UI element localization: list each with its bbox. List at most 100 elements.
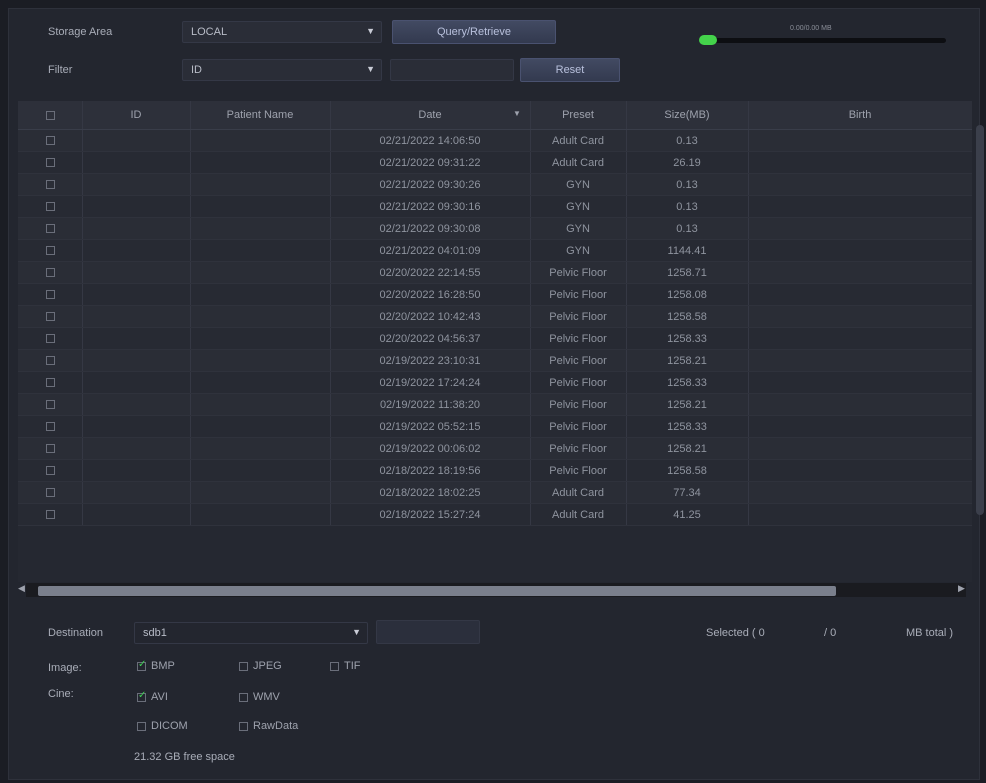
cell-date: 02/21/2022 09:30:16 (379, 200, 481, 213)
cell-size: 0.13 (676, 134, 698, 147)
cell-size: 1258.21 (667, 398, 707, 411)
cell-birth (748, 438, 972, 459)
cell-preset: Pelvic Floor (549, 354, 607, 367)
table-row[interactable]: 02/20/2022 04:56:37 Pelvic Floor 1258.33 (18, 328, 972, 350)
table-row[interactable]: 02/18/2022 15:27:24 Adult Card 41.25 (18, 504, 972, 526)
cell-preset: Pelvic Floor (549, 310, 607, 323)
cell-preset: Pelvic Floor (549, 288, 607, 301)
table-row[interactable]: 02/19/2022 23:10:31 Pelvic Floor 1258.21 (18, 350, 972, 372)
export-button[interactable] (376, 620, 480, 644)
wmv-checkbox[interactable]: WMV (239, 691, 280, 703)
column-header-id[interactable]: ID (82, 101, 190, 129)
table-row[interactable]: 02/19/2022 17:24:24 Pelvic Floor 1258.33 (18, 372, 972, 394)
cell-patient-name (190, 306, 330, 327)
row-checkbox[interactable] (18, 350, 82, 371)
filter-dropdown[interactable]: ID ▼ (182, 59, 382, 81)
cell-date: 02/21/2022 04:01:09 (379, 244, 481, 257)
chevron-down-icon: ▼ (366, 26, 375, 36)
column-header-date[interactable]: Date (330, 101, 530, 129)
filter-text-input[interactable] (390, 59, 514, 81)
sort-descending-icon: ▼ (513, 109, 521, 118)
row-checkbox[interactable] (18, 130, 82, 151)
cell-id (82, 262, 190, 283)
row-checkbox[interactable] (18, 504, 82, 525)
cell-id (82, 306, 190, 327)
table-row[interactable]: 02/19/2022 05:52:15 Pelvic Floor 1258.33 (18, 416, 972, 438)
row-checkbox[interactable] (18, 372, 82, 393)
row-checkbox[interactable] (18, 482, 82, 503)
table-row[interactable]: 02/21/2022 09:31:22 Adult Card 26.19 (18, 152, 972, 174)
cell-preset: Pelvic Floor (549, 420, 607, 433)
scroll-left-icon[interactable]: ◀ (18, 583, 25, 594)
bmp-checkbox[interactable]: BMP (137, 659, 175, 672)
table-row[interactable]: 02/19/2022 11:38:20 Pelvic Floor 1258.21 (18, 394, 972, 416)
cell-date: 02/19/2022 11:38:20 (379, 398, 481, 411)
row-checkbox[interactable] (18, 284, 82, 305)
cine-label: Cine: (48, 688, 74, 700)
table-row[interactable]: 02/20/2022 10:42:43 Pelvic Floor 1258.58 (18, 306, 972, 328)
row-checkbox[interactable] (18, 394, 82, 415)
dicom-checkbox[interactable]: DICOM (137, 720, 188, 732)
column-header-patient-name[interactable]: Patient Name (190, 101, 330, 129)
avi-checkbox[interactable]: AVI (137, 690, 168, 703)
cell-birth (748, 416, 972, 437)
cell-size: 1258.21 (667, 354, 707, 367)
row-checkbox[interactable] (18, 218, 82, 239)
cell-birth (748, 240, 972, 261)
cell-date: 02/20/2022 10:42:43 (379, 310, 481, 323)
chevron-down-icon: ▼ (352, 627, 361, 637)
cell-date: 02/18/2022 18:19:56 (379, 464, 481, 477)
select-all-checkbox[interactable] (18, 101, 82, 129)
column-header-birth[interactable]: Birth (748, 101, 972, 129)
free-space-text: 21.32 GB free space (134, 751, 235, 763)
row-checkbox[interactable] (18, 196, 82, 217)
cell-date: 02/19/2022 00:06:02 (379, 442, 481, 455)
vertical-scrollbar[interactable] (976, 125, 984, 515)
table-row[interactable]: 02/20/2022 16:28:50 Pelvic Floor 1258.08 (18, 284, 972, 306)
cell-preset: GYN (566, 200, 590, 213)
row-checkbox[interactable] (18, 174, 82, 195)
storage-area-dropdown[interactable]: LOCAL ▼ (182, 21, 382, 43)
table-row[interactable]: 02/21/2022 04:01:09 GYN 1144.41 (18, 240, 972, 262)
cell-birth (748, 284, 972, 305)
cell-date: 02/20/2022 04:56:37 (379, 332, 481, 345)
cell-preset: Adult Card (552, 486, 604, 499)
tif-checkbox[interactable]: TIF (330, 660, 361, 672)
row-checkbox[interactable] (18, 328, 82, 349)
table-row[interactable]: 02/21/2022 14:06:50 Adult Card 0.13 (18, 130, 972, 152)
table-row[interactable]: 02/18/2022 18:02:25 Adult Card 77.34 (18, 482, 972, 504)
reset-button[interactable]: Reset (520, 58, 620, 82)
table-row[interactable]: 02/21/2022 09:30:08 GYN 0.13 (18, 218, 972, 240)
row-checkbox[interactable] (18, 416, 82, 437)
destination-dropdown[interactable]: sdb1 ▼ (134, 622, 368, 644)
row-checkbox[interactable] (18, 460, 82, 481)
jpeg-checkbox[interactable]: JPEG (239, 660, 282, 672)
row-checkbox[interactable] (18, 152, 82, 173)
column-header-size[interactable]: Size(MB) (626, 101, 748, 129)
table-row[interactable]: 02/21/2022 09:30:16 GYN 0.13 (18, 196, 972, 218)
table-row[interactable]: 02/19/2022 00:06:02 Pelvic Floor 1258.21 (18, 438, 972, 460)
table-row[interactable]: 02/20/2022 22:14:55 Pelvic Floor 1258.71 (18, 262, 972, 284)
row-checkbox[interactable] (18, 262, 82, 283)
cell-birth (748, 482, 972, 503)
cell-id (82, 416, 190, 437)
cell-birth (748, 174, 972, 195)
cell-birth (748, 394, 972, 415)
cell-size: 1258.33 (667, 420, 707, 433)
cell-preset: Adult Card (552, 156, 604, 169)
horizontal-scrollbar-thumb[interactable] (38, 586, 836, 596)
selected-suffix: MB total ) (906, 627, 954, 639)
progress-text: 0.00/0.00 MB (790, 25, 832, 32)
cell-birth (748, 306, 972, 327)
scroll-right-icon[interactable]: ▶ (958, 583, 965, 594)
cell-date: 02/19/2022 05:52:15 (379, 420, 481, 433)
row-checkbox[interactable] (18, 438, 82, 459)
table-row[interactable]: 02/18/2022 18:19:56 Pelvic Floor 1258.58 (18, 460, 972, 482)
query-retrieve-button[interactable]: Query/Retrieve (392, 20, 556, 44)
column-header-preset[interactable]: Preset (530, 101, 626, 129)
table-row[interactable]: 02/21/2022 09:30:26 GYN 0.13 (18, 174, 972, 196)
row-checkbox[interactable] (18, 306, 82, 327)
row-checkbox[interactable] (18, 240, 82, 261)
cell-patient-name (190, 174, 330, 195)
rawdata-checkbox[interactable]: RawData (239, 720, 298, 732)
